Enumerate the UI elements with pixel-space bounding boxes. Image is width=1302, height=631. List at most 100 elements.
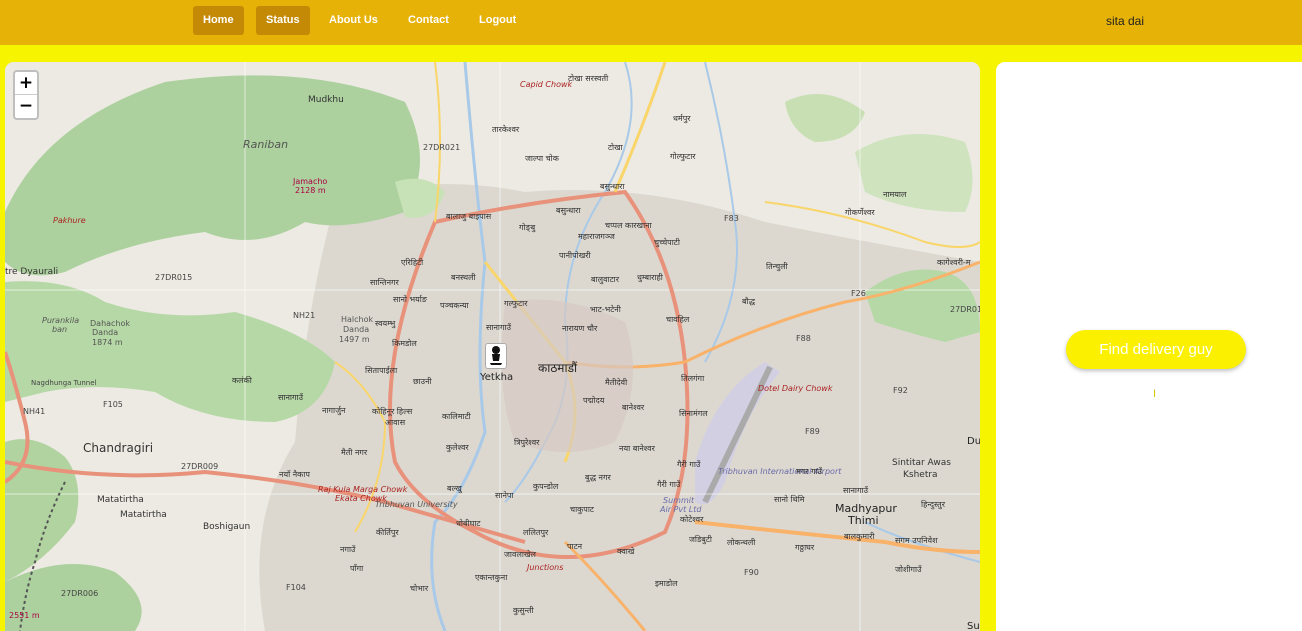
map-label-kohinoor: कोहिनूर हिल्स xyxy=(372,406,413,417)
map-label-imadol: इमाडोल xyxy=(655,578,678,588)
map-label-dyaurali: tre Dyaurali xyxy=(5,267,58,277)
road-f92: F92 xyxy=(893,386,908,395)
map-label-joshigaun: जोशीगाउँ xyxy=(895,564,922,574)
map-label-sangam: सगम उपनिवेश xyxy=(895,535,938,545)
map-label-raniban: Raniban xyxy=(243,138,288,151)
map-label-halchok-elev: 1497 m xyxy=(339,335,370,344)
nav-logout-link[interactable]: Logout xyxy=(469,6,526,35)
map-label-dhumbarahi: धुम्बाराही xyxy=(637,272,664,283)
map-label-dharmapur: धर्मपुर xyxy=(673,113,691,124)
map-label-nagarjun: नागार्जुन xyxy=(322,405,346,416)
map-label-rajkula: Raj Kula Marga Chowk xyxy=(318,485,408,494)
map-label-airport: Tribhuvan International Airport xyxy=(718,467,842,476)
nav-home-link[interactable]: Home xyxy=(193,6,244,35)
road-f26: F26 xyxy=(851,289,866,298)
map-label-halchok-2: Danda xyxy=(343,325,369,334)
map-label-summit-2: Air Pvt Ltd xyxy=(659,505,702,514)
map-label-panipokhari: पानीपोखरी xyxy=(559,250,592,260)
map-label-tripureshwar: त्रिपुरेश्वर xyxy=(514,437,540,448)
map-label-kwakhe: क्वाखे xyxy=(617,546,635,556)
nav-about-link[interactable]: About Us xyxy=(319,6,388,35)
road-f104: F104 xyxy=(286,583,306,592)
zoom-control: + − xyxy=(13,70,39,120)
map-label-golfutar: गोल्फुटार xyxy=(670,151,696,162)
map-label-maharajgunj: महाराजगञ्ज xyxy=(578,232,616,241)
map-label-bhatbhateni: भाट-भटेनी xyxy=(590,304,622,314)
map-label-koteshwar: कोटेश्वर xyxy=(680,514,704,524)
location-marker[interactable] xyxy=(485,343,507,369)
map-label-summit: Summit xyxy=(663,496,695,505)
road-27dr006: 27DR006 xyxy=(61,589,98,598)
map-label-jadibuti: जडिबुटी xyxy=(689,534,713,545)
find-delivery-guy-button[interactable]: Find delivery guy xyxy=(1066,330,1246,369)
nav-contact-link[interactable]: Contact xyxy=(398,6,459,35)
road-27dr021: 27DR021 xyxy=(423,143,460,152)
map-label-kshetra: Kshetra xyxy=(903,470,938,480)
map-label-ekantakuna: एकान्तकुना xyxy=(475,573,508,583)
map-label-tarkeshwar: तारकेश्वर xyxy=(492,124,520,134)
map-label-gallfutar: गल्फुटार xyxy=(504,299,528,309)
map-label-purankila: Purankila xyxy=(42,316,79,325)
map-container[interactable]: Raniban Chandragiri Matatirtha Matatirth… xyxy=(5,62,980,631)
map-label-sano-bharyang: सानो भर्याङ xyxy=(393,294,428,304)
map-label-kusunti: कुसुन्ती xyxy=(513,605,535,616)
map-label-balkumari: बालकुमारी xyxy=(844,531,875,542)
road-f89: F89 xyxy=(805,427,820,436)
map-label-chandragiri: Chandragiri xyxy=(83,441,153,455)
map-label-jamacho: Jamacho xyxy=(292,177,327,186)
map-label-patan: पाटन xyxy=(567,542,583,551)
map-label-capid: Capid Chowk xyxy=(520,80,573,89)
map-label-balkhu: बल्खु xyxy=(447,484,463,494)
map-label-boshigaun: Boshigaun xyxy=(203,522,250,532)
map-label-gokarneshwor: गोकर्णेश्वर xyxy=(845,207,875,217)
map-label-kirtipur: कीर्तिपुर xyxy=(376,527,399,538)
person-pin-icon xyxy=(490,346,502,365)
map-label-basundhara: बसुन्धारा xyxy=(600,182,625,192)
map-label-sinamangal: सिनामंगल xyxy=(679,408,708,418)
map-label-du: Du xyxy=(967,436,980,447)
road-f88: F88 xyxy=(796,334,811,343)
map-label-buddhanagar: बुद्ध नगर xyxy=(585,473,611,483)
map-label-su: Su xyxy=(967,621,980,631)
user-name: sita dai xyxy=(1106,14,1145,28)
map-label-kuleshwar: कुलेश्वर xyxy=(446,442,469,453)
map-label-kupandol: कुपन्डोल xyxy=(533,481,559,492)
map-label-chobhar: चोभार xyxy=(410,583,429,593)
map-label-baneshwar: बानेश्वर xyxy=(622,402,645,412)
map-label-dahachok: Dahachok xyxy=(90,319,130,328)
map-label-jamacho-elev: 2128 m xyxy=(295,186,326,195)
map-label-namayal: नामयाल xyxy=(883,190,907,199)
map-label-chuchhepati: चुच्चेपाटी xyxy=(654,237,681,248)
map-label-padmodaya: पद्मोदय xyxy=(583,395,605,405)
map-label-tokha: टोखा xyxy=(608,142,624,152)
side-panel: Find delivery guy I xyxy=(996,62,1302,631)
map-label-kalimati: कालिमाटी xyxy=(442,411,472,421)
map-label-elev-2551: 2551 m xyxy=(9,611,40,620)
map-label-sano-thimi: सानो थिमि xyxy=(774,494,805,504)
nav-status-link[interactable]: Status xyxy=(256,6,310,35)
map-label-maitidevi: मैतीदेवी xyxy=(605,377,628,387)
map-label-banasthali: बनस्थली xyxy=(451,272,476,282)
map-label-chabahil: चावहिल xyxy=(666,314,690,324)
map-label-jawalakhel: जावलाखेल xyxy=(504,549,536,559)
zoom-in-button[interactable]: + xyxy=(15,72,37,95)
map-label-chappal: चप्पल कारखाना xyxy=(605,221,653,230)
map-label-sudhanagar: गैरी गाउँ xyxy=(657,479,681,489)
map-label-tokha-saraswati: टोखा सरस्वती xyxy=(568,73,609,83)
map-label-baluwatar: बालुवाटार xyxy=(591,275,620,285)
map-label-sitapaila: सितापाईला xyxy=(365,365,398,375)
map-label-dahachok-2: Danda xyxy=(92,328,118,337)
map-label-santinagar: सान्तिनगर xyxy=(370,277,400,287)
zoom-out-button[interactable]: − xyxy=(15,95,37,118)
map-label-boudha: बौद्ध xyxy=(742,296,756,306)
map-label-tilganga: तिलगंगा xyxy=(681,373,705,383)
map-label-gongabu: गोङ्बु xyxy=(519,222,536,233)
map-label-junction: Junctions xyxy=(525,563,563,572)
map-label-lalitpur: ललितपुर xyxy=(523,527,549,538)
map-label-thimi: Thimi xyxy=(847,514,879,527)
map-label-narayan-chaur: नारायण चौर xyxy=(562,323,598,333)
road-nh41: NH41 xyxy=(23,407,45,416)
map-label-rajkula-2: Ekata Chowk xyxy=(335,494,387,503)
road-f83: F83 xyxy=(724,214,739,223)
map-label-nagdhunga: Nagdhunga Tunnel xyxy=(31,379,97,387)
